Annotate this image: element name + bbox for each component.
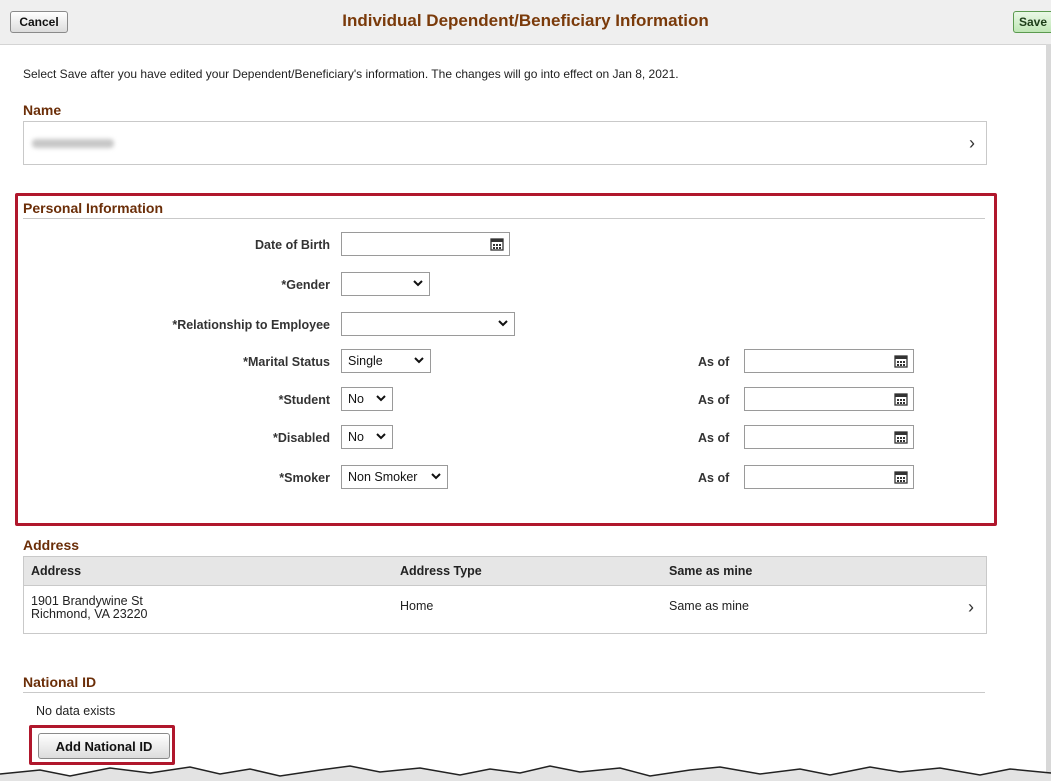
relationship-label: *Relationship to Employee bbox=[172, 318, 330, 332]
disabled-value: No bbox=[348, 430, 364, 444]
disabled-label: *Disabled bbox=[273, 431, 330, 445]
smoker-as-of-input[interactable] bbox=[744, 465, 914, 489]
student-as-of-input[interactable] bbox=[744, 387, 914, 411]
calendar-icon[interactable] bbox=[894, 354, 908, 368]
chevron-down-icon bbox=[413, 280, 423, 287]
address-grid-header: Address Address Type Same as mine bbox=[24, 557, 986, 586]
chevron-down-icon bbox=[414, 357, 424, 364]
chevron-down-icon bbox=[498, 320, 508, 327]
address-type-value: Home bbox=[400, 599, 434, 613]
chevron-down-icon bbox=[431, 473, 441, 480]
smoker-value: Non Smoker bbox=[348, 470, 418, 484]
chevron-right-icon: › bbox=[968, 597, 974, 617]
column-header-address-type: Address Type bbox=[400, 564, 482, 578]
address-line2: Richmond, VA 23220 bbox=[31, 607, 148, 621]
same-as-mine-value: Same as mine bbox=[669, 599, 749, 613]
calendar-icon[interactable] bbox=[894, 470, 908, 484]
page-title: Individual Dependent/Beneficiary Informa… bbox=[342, 11, 709, 30]
column-header-address: Address bbox=[31, 564, 82, 578]
gender-select[interactable] bbox=[341, 272, 430, 296]
marital-status-select[interactable]: Single bbox=[341, 349, 431, 373]
blurred-name bbox=[32, 139, 114, 148]
calendar-icon[interactable] bbox=[490, 237, 504, 251]
no-data-text: No data exists bbox=[36, 704, 116, 718]
torn-paper-edge bbox=[0, 765, 1051, 781]
student-label: *Student bbox=[278, 393, 330, 407]
header-bar: Cancel Individual Dependent/Beneficiary … bbox=[0, 0, 1051, 45]
personal-info-heading: Personal Information bbox=[23, 200, 164, 216]
marital-status-label: *Marital Status bbox=[243, 355, 330, 369]
instruction-text: Select Save after you have edited your D… bbox=[23, 67, 679, 81]
disabled-as-of-label: As of bbox=[698, 431, 730, 445]
student-select[interactable]: No bbox=[341, 387, 393, 411]
name-row[interactable]: › bbox=[23, 121, 987, 165]
smoker-as-of-label: As of bbox=[698, 471, 730, 485]
student-value: No bbox=[348, 392, 364, 406]
address-grid: Address Address Type Same as mine 1901 B… bbox=[23, 556, 987, 634]
date-of-birth-label: Date of Birth bbox=[255, 238, 330, 252]
national-id-heading: National ID bbox=[23, 674, 97, 690]
divider bbox=[23, 692, 985, 693]
chevron-down-icon bbox=[376, 395, 386, 402]
column-header-same-as-mine: Same as mine bbox=[669, 564, 753, 578]
chevron-right-icon: › bbox=[969, 133, 975, 153]
smoker-label: *Smoker bbox=[279, 471, 330, 485]
divider bbox=[23, 218, 985, 219]
chevron-down-icon bbox=[376, 433, 386, 440]
marital-as-of-input[interactable] bbox=[744, 349, 914, 373]
address-row[interactable]: 1901 Brandywine St Richmond, VA 23220 Ho… bbox=[24, 586, 986, 633]
name-section-heading: Name bbox=[23, 102, 62, 118]
gender-label: *Gender bbox=[281, 278, 330, 292]
address-section-heading: Address bbox=[23, 537, 80, 553]
disabled-select[interactable]: No bbox=[341, 425, 393, 449]
marital-as-of-label: As of bbox=[698, 355, 730, 369]
disabled-as-of-input[interactable] bbox=[744, 425, 914, 449]
student-as-of-label: As of bbox=[698, 393, 730, 407]
calendar-icon[interactable] bbox=[894, 430, 908, 444]
calendar-icon[interactable] bbox=[894, 392, 908, 406]
save-button[interactable]: Save bbox=[1013, 11, 1051, 33]
relationship-select[interactable] bbox=[341, 312, 515, 336]
date-of-birth-input[interactable] bbox=[341, 232, 510, 256]
scrollbar[interactable] bbox=[1046, 44, 1051, 781]
smoker-select[interactable]: Non Smoker bbox=[341, 465, 448, 489]
marital-status-value: Single bbox=[348, 354, 383, 368]
